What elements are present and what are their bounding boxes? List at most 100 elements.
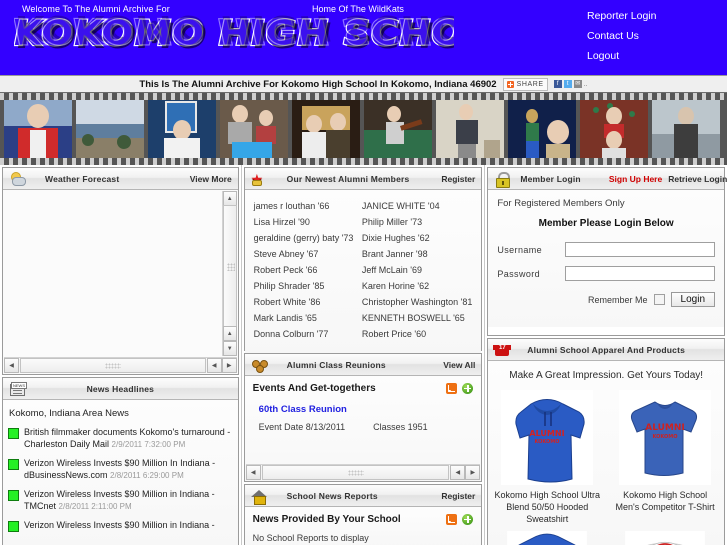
bullet-icon xyxy=(8,428,19,439)
product-image-hoodie[interactable]: ALUMNI KOKOMO xyxy=(501,390,594,485)
school-news-header: School News Reports Register xyxy=(244,485,482,507)
scroll-left-button[interactable]: ◀ xyxy=(245,465,261,480)
product-image-tshirt[interactable]: ALUMNI KOKOMO xyxy=(619,390,712,485)
member-login-body: For Registered Members Only Member Pleas… xyxy=(488,190,724,327)
photo-thumbnail[interactable] xyxy=(652,100,720,158)
weather-vertical-scrollbar[interactable]: ▲ ▲ ▼ xyxy=(221,191,237,356)
table-row[interactable]: Robert Peck '66 Jeff McLain '69 xyxy=(252,262,475,278)
newspaper-icon: NEWS xyxy=(9,381,27,397)
nav-reporter-login[interactable]: Reporter Login xyxy=(577,6,727,26)
alumni-name[interactable]: JANICE WHITE '04 xyxy=(360,198,474,214)
photo-thumbnail[interactable] xyxy=(436,100,504,158)
scroll-right-button[interactable]: ▶ xyxy=(465,465,481,480)
photo-thumbnail[interactable] xyxy=(292,100,360,158)
photo-thumbnail[interactable] xyxy=(220,100,288,158)
photo-thumbnail[interactable] xyxy=(76,100,144,158)
twitter-icon[interactable]: t xyxy=(563,80,572,88)
alumni-photo-filmstrip[interactable] xyxy=(0,93,727,165)
photo-thumbnail[interactable] xyxy=(364,100,432,158)
scroll-left-button-2[interactable]: ◀ xyxy=(450,465,466,480)
alumni-name[interactable]: Robert White '86 xyxy=(252,294,360,310)
school-news-title: School News Reports xyxy=(286,490,378,501)
apparel-grid: ALUMNI KOKOMO Kokomo High School Ultra B… xyxy=(488,388,724,545)
reunions-view-all-link[interactable]: View All xyxy=(443,360,475,370)
alumni-name[interactable]: Steve Abney '67 xyxy=(252,246,360,262)
alumni-name[interactable]: Brant Janner '98 xyxy=(360,246,474,262)
hscroll-track[interactable] xyxy=(20,358,206,373)
password-input[interactable] xyxy=(565,266,716,281)
photo-thumbnail[interactable] xyxy=(4,100,72,158)
alumni-name[interactable]: Robert Peck '66 xyxy=(252,262,360,278)
more-share-icon[interactable]: .. xyxy=(584,81,588,88)
scroll-down-button[interactable]: ▼ xyxy=(222,341,237,356)
hscroll-track[interactable] xyxy=(261,465,450,480)
scroll-down-group[interactable]: ▲ ▼ xyxy=(222,326,237,356)
scroll-thumb[interactable] xyxy=(222,205,237,328)
rss-icon[interactable] xyxy=(446,383,458,394)
product-image-hoodie2[interactable] xyxy=(501,531,593,545)
username-input[interactable] xyxy=(565,242,716,257)
news-list-item[interactable]: British filmmaker documents Kokomo's tur… xyxy=(3,423,238,454)
share-button[interactable]: SHARE xyxy=(502,77,548,91)
photo-thumbnail[interactable] xyxy=(148,100,216,158)
weather-view-more-link[interactable]: View More xyxy=(190,174,232,184)
table-row[interactable]: Philip Shrader '85 Karen Horine '62 xyxy=(252,278,475,294)
alumni-members-title: Our Newest Alumni Members xyxy=(286,173,410,184)
product-card[interactable]: ALUMNI KOKOMO Kokomo High School Ultra B… xyxy=(488,388,606,531)
product-image-cap[interactable] xyxy=(619,531,711,545)
remember-me-checkbox[interactable] xyxy=(653,294,665,305)
news-list-item[interactable]: Verizon Wireless Invests $90 Million in … xyxy=(3,485,238,516)
photo-thumbnail[interactable] xyxy=(508,100,576,158)
login-button[interactable]: Login xyxy=(670,292,716,307)
alumni-name[interactable]: Karen Horine '62 xyxy=(360,278,474,294)
alumni-name[interactable]: Donna Colburn '77 xyxy=(252,326,360,342)
site-logo[interactable]: KOKOMO HIGH SCHOOL KOKOMO HIGH SCHOOL xyxy=(14,14,454,75)
alumni-name[interactable]: geraldine (gerry) baty '73 xyxy=(252,230,360,246)
scroll-up-button[interactable]: ▲ xyxy=(222,191,237,206)
sign-up-here-link[interactable]: Sign Up Here xyxy=(609,174,662,184)
retrieve-login-link[interactable]: Retrieve Login xyxy=(668,174,727,184)
alumni-name[interactable]: Dixie Hughes '62 xyxy=(360,230,474,246)
school-news-register-link[interactable]: Register xyxy=(441,491,475,501)
product-card[interactable]: ALUMNI KOKOMO Kokomo High School Men's C… xyxy=(606,388,724,531)
weather-horizontal-scrollbar[interactable]: ◀ ◀ ▶ xyxy=(4,357,237,373)
table-row[interactable]: Mark Landis '65 KENNETH BOSWELL '65 xyxy=(252,310,475,326)
scroll-left-button-2[interactable]: ◀ xyxy=(206,358,222,373)
table-row[interactable]: Donna Colburn '77 Robert Price '60 xyxy=(252,326,475,342)
alumni-name[interactable]: Mark Landis '65 xyxy=(252,310,360,326)
email-icon[interactable]: ✉ xyxy=(573,80,582,88)
alumni-name[interactable]: Philip Shrader '85 xyxy=(252,278,360,294)
table-row[interactable]: Steve Abney '67 Brant Janner '98 xyxy=(252,246,475,262)
reunions-section-heading: Events And Get-togethers xyxy=(252,383,376,394)
alumni-name[interactable]: Christopher Washington '81 xyxy=(360,294,474,310)
facebook-icon[interactable]: f xyxy=(553,80,562,88)
product-card[interactable] xyxy=(606,531,724,545)
table-row[interactable]: Robert White '86 Christopher Washington '… xyxy=(252,294,475,310)
reunion-event-title[interactable]: 60th Class Reunion xyxy=(245,398,482,415)
page-root: Welcome To The Alumni Archive For Home O… xyxy=(0,0,727,545)
news-list-item[interactable]: Verizon Wireless Invests $90 Million in … xyxy=(3,516,238,535)
alumni-name[interactable]: Lisa Hirzel '90 xyxy=(252,214,360,230)
rss-icon[interactable] xyxy=(446,514,458,525)
nav-contact-us[interactable]: Contact Us xyxy=(577,26,727,46)
table-row[interactable]: james r louthan '66 JANICE WHITE '04 xyxy=(252,198,475,214)
scroll-right-button[interactable]: ▶ xyxy=(221,358,237,373)
photo-thumbnail[interactable] xyxy=(580,100,648,158)
add-icon[interactable] xyxy=(462,383,474,394)
nav-logout[interactable]: Logout xyxy=(577,46,727,66)
scroll-left-button[interactable]: ◀ xyxy=(4,358,19,373)
alumni-name[interactable]: KENNETH BOSWELL '65 xyxy=(360,310,474,326)
reunions-horizontal-scrollbar[interactable]: ◀ ◀ ▶ xyxy=(245,464,481,480)
alumni-name[interactable]: Robert Price '60 xyxy=(360,326,474,342)
alumni-name[interactable]: Philip Miller '73 xyxy=(360,214,474,230)
reunions-body: Events And Get-togethers 60th Class Reun… xyxy=(244,376,482,481)
alumni-register-link[interactable]: Register xyxy=(441,174,475,184)
add-icon[interactable] xyxy=(462,514,474,525)
table-row[interactable]: Lisa Hirzel '90 Philip Miller '73 xyxy=(252,214,475,230)
alumni-name[interactable]: james r louthan '66 xyxy=(252,198,360,214)
table-row[interactable]: geraldine (gerry) baty '73 Dixie Hughes '… xyxy=(252,230,475,246)
scroll-up-button-2[interactable]: ▲ xyxy=(222,326,237,341)
alumni-name[interactable]: Jeff McLain '69 xyxy=(360,262,474,278)
product-card[interactable] xyxy=(488,531,606,545)
news-list-item[interactable]: Verizon Wireless Invests $90 Million In … xyxy=(3,454,238,485)
